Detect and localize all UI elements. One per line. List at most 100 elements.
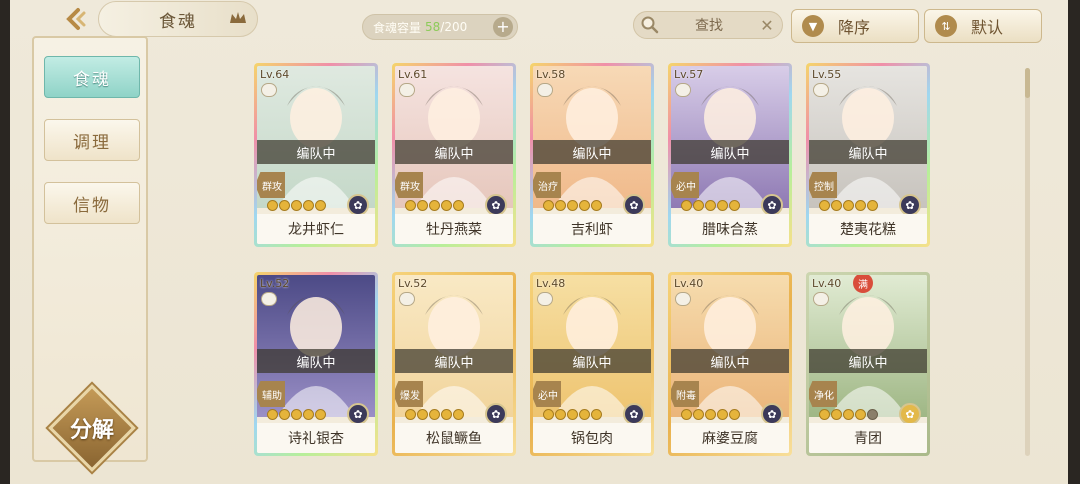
star-icon (567, 409, 578, 420)
level-label: Lv.48 (536, 277, 566, 290)
star-icon (303, 409, 314, 420)
role-tag: 必中 (671, 172, 699, 198)
character-card[interactable]: Lv.52 编队中 辅助 ✿ 诗礼银杏 (254, 272, 378, 456)
character-card[interactable]: Lv.58 编队中 治疗 ✿ 吉利虾 (530, 63, 654, 247)
role-tag: 必中 (533, 381, 561, 407)
character-name: 松鼠鳜鱼 (395, 423, 513, 453)
bowl-icon (537, 292, 553, 306)
star-rating (405, 200, 464, 211)
star-icon (315, 409, 326, 420)
star-icon (543, 409, 554, 420)
screen-edge-right (1068, 0, 1080, 484)
card-body: Lv.64 编队中 群攻 ✿ 龙井虾仁 (257, 66, 375, 244)
role-tag: 附毒 (671, 381, 699, 407)
star-icon (417, 200, 428, 211)
search-box[interactable]: 查找 ✕ (633, 11, 783, 39)
card-body: Lv.61 编队中 群攻 ✿ 牡丹燕菜 (395, 66, 513, 244)
character-card[interactable]: Lv.61 编队中 群攻 ✿ 牡丹燕菜 (392, 63, 516, 247)
character-card[interactable]: Lv.57 编队中 必中 ✿ 腊味合蒸 (668, 63, 792, 247)
star-rating (819, 200, 878, 211)
star-rating (681, 409, 740, 420)
top-bar: 食魂 食魂容量 58 / 200 + 查找 ✕ ▼ 降序 ⇅ 默认 (10, 0, 1068, 43)
star-icon (555, 409, 566, 420)
bowl-icon (537, 83, 553, 97)
in-team-status: 编队中 (671, 349, 789, 373)
character-card[interactable]: Lv.52 编队中 爆发 ✿ 松鼠鳜鱼 (392, 272, 516, 456)
star-icon (855, 409, 866, 420)
element-icon: ✿ (347, 194, 369, 216)
back-arrow-icon (66, 8, 86, 30)
sidebar-item-xinwu[interactable]: 信物 (44, 182, 140, 224)
sort-order-button[interactable]: ▼ 降序 (791, 9, 919, 43)
add-capacity-button[interactable]: + (493, 17, 513, 37)
star-rating (405, 409, 464, 420)
scrollbar-thumb[interactable] (1025, 68, 1030, 98)
star-icon (693, 200, 704, 211)
star-rating (267, 200, 326, 211)
element-icon: ✿ (623, 194, 645, 216)
role-tag: 爆发 (395, 381, 423, 407)
in-team-status: 编队中 (257, 140, 375, 164)
star-icon (705, 409, 716, 420)
star-icon (555, 200, 566, 211)
star-icon (453, 409, 464, 420)
card-body: Lv.55 编队中 控制 ✿ 楚夷花糕 (809, 66, 927, 244)
level-label: Lv.58 (536, 68, 566, 81)
card-body: Lv.48 编队中 必中 ✿ 锅包肉 (533, 275, 651, 453)
card-body: Lv.52 编队中 爆发 ✿ 松鼠鳜鱼 (395, 275, 513, 453)
role-tag: 治疗 (533, 172, 561, 198)
character-name: 青团 (809, 423, 927, 453)
star-rating (681, 200, 740, 211)
star-icon (429, 200, 440, 211)
star-rating (543, 409, 602, 420)
sort-mode-button[interactable]: ⇅ 默认 (924, 9, 1042, 43)
sort-mode-label: 默认 (971, 18, 1004, 37)
back-button[interactable] (50, 2, 100, 36)
star-icon (279, 409, 290, 420)
role-tag: 控制 (809, 172, 837, 198)
star-rating (819, 409, 878, 420)
crown-icon[interactable] (229, 11, 247, 25)
capacity-current: 58 (425, 20, 441, 34)
level-label: Lv.61 (398, 68, 428, 81)
character-name: 锅包肉 (533, 423, 651, 453)
character-card[interactable]: Lv.48 编队中 必中 ✿ 锅包肉 (530, 272, 654, 456)
character-card[interactable]: Lv.64 编队中 群攻 ✿ 龙井虾仁 (254, 63, 378, 247)
star-icon (567, 200, 578, 211)
star-icon (867, 200, 878, 211)
star-icon (843, 200, 854, 211)
level-label: Lv.55 (812, 68, 842, 81)
character-name: 楚夷花糕 (809, 214, 927, 244)
sidebar-item-shihun[interactable]: 食魂 (44, 56, 140, 98)
decompose-label: 分解 (69, 418, 114, 443)
scrollbar[interactable] (1025, 68, 1030, 456)
bowl-icon (261, 292, 277, 306)
star-icon (855, 200, 866, 211)
level-label: Lv.52 (260, 277, 290, 290)
character-name: 诗礼银杏 (257, 423, 375, 453)
character-card[interactable]: Lv.40 编队中 附毒 ✿ 麻婆豆腐 (668, 272, 792, 456)
star-icon (543, 200, 554, 211)
character-name: 腊味合蒸 (671, 214, 789, 244)
star-icon (717, 200, 728, 211)
character-name: 麻婆豆腐 (671, 423, 789, 453)
decompose-button[interactable]: 分解 (44, 380, 140, 476)
clear-search-icon[interactable]: ✕ (758, 16, 776, 35)
search-input[interactable]: 查找 (660, 15, 758, 35)
card-body: Lv.57 编队中 必中 ✿ 腊味合蒸 (671, 66, 789, 244)
character-card[interactable]: Lv.55 编队中 控制 ✿ 楚夷花糕 (806, 63, 930, 247)
star-icon (405, 409, 416, 420)
star-icon (279, 200, 290, 211)
star-icon (579, 409, 590, 420)
app-window: 食魂 食魂容量 58 / 200 + 查找 ✕ ▼ 降序 ⇅ 默认 食魂 调理 … (0, 0, 1080, 484)
sidebar-item-label: 调理 (73, 132, 111, 153)
bowl-icon (399, 292, 415, 306)
level-label: Lv.52 (398, 277, 428, 290)
star-icon (819, 409, 830, 420)
star-icon (591, 200, 602, 211)
level-label: Lv.64 (260, 68, 290, 81)
element-icon: ✿ (761, 194, 783, 216)
page-title: 食魂 (98, 1, 258, 37)
sidebar-item-tiaoli[interactable]: 调理 (44, 119, 140, 161)
character-card[interactable]: Lv.40 满编队中 净化 ✿ 青团 (806, 272, 930, 456)
